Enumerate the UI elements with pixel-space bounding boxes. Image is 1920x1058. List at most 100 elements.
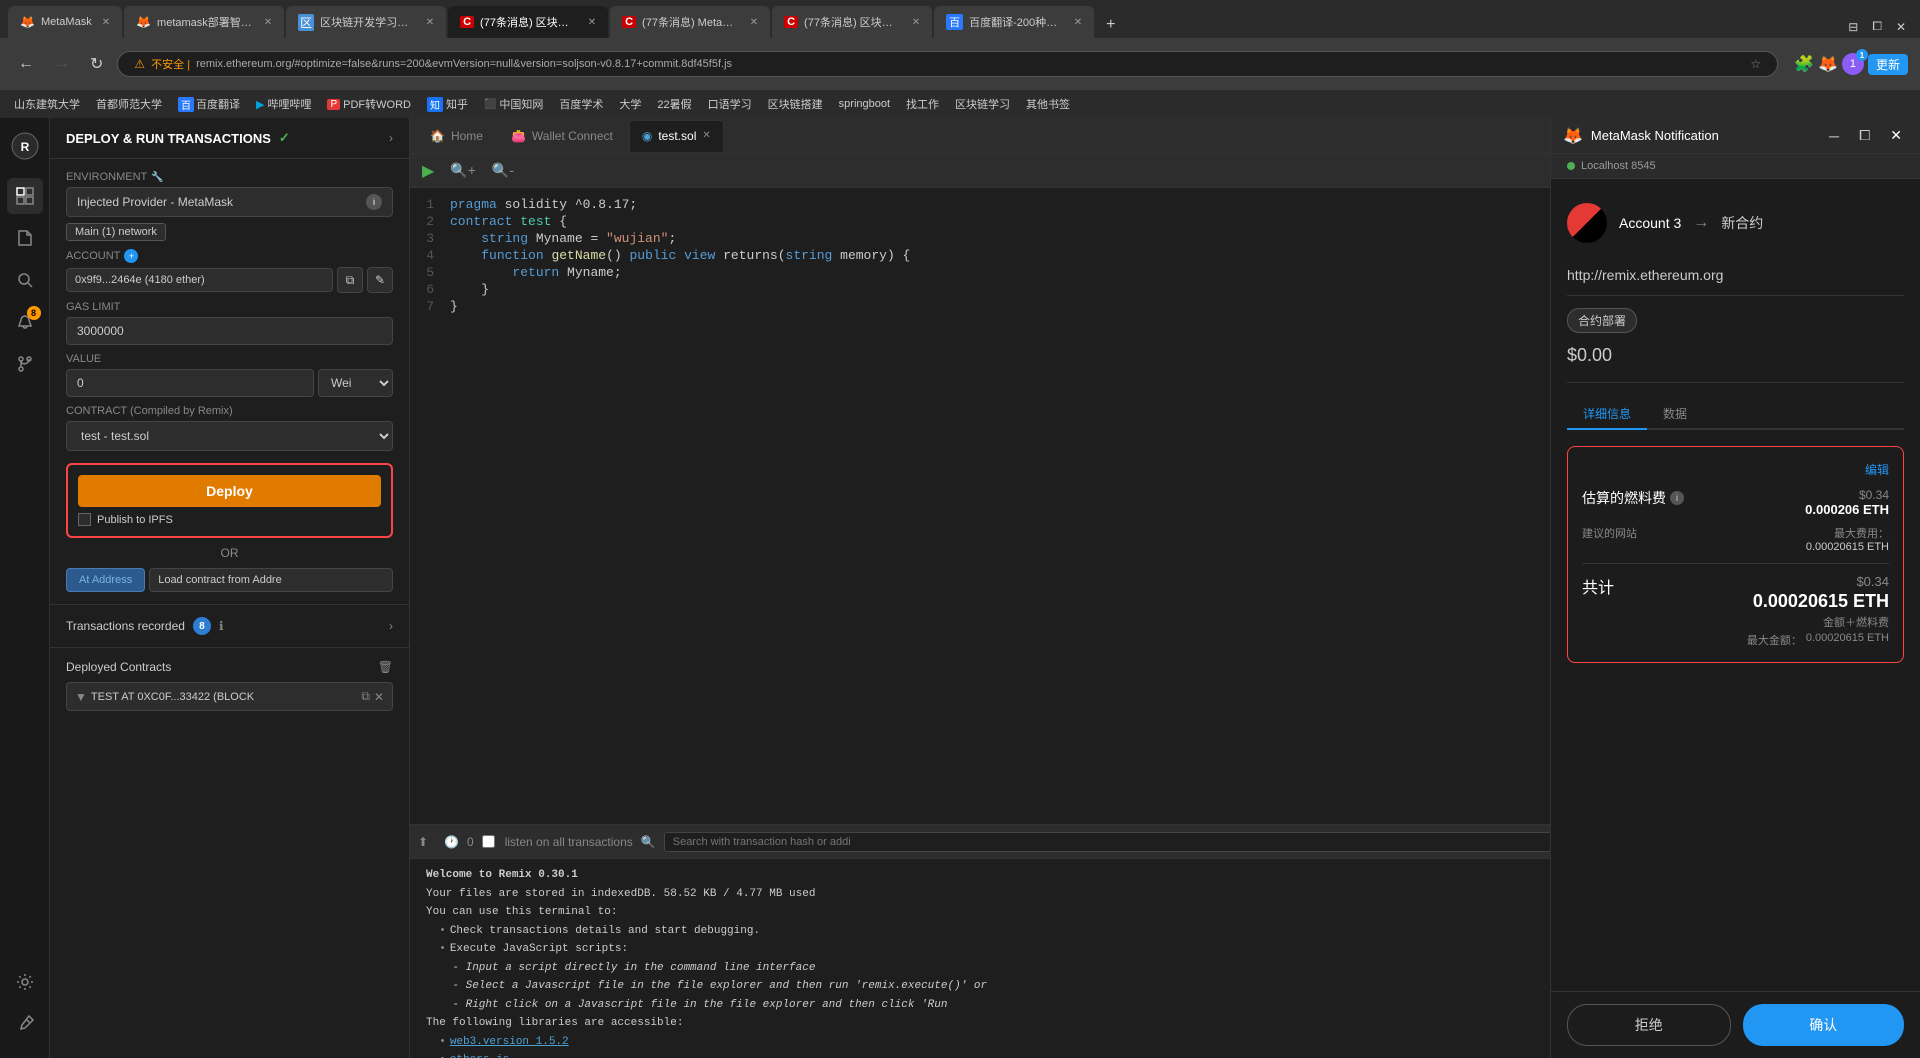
- tab-blockchain2[interactable]: C (77条消息) 区块链... ✕: [448, 6, 608, 38]
- ethers-link[interactable]: ethers.js: [450, 1054, 509, 1058]
- close-test-sol-icon[interactable]: ✕: [702, 130, 710, 141]
- sidebar-deploy-icon[interactable]: [7, 178, 43, 214]
- bookmark-22shuia[interactable]: 22暑假: [651, 94, 697, 114]
- bookmark-shoudu[interactable]: 首都师范大学: [90, 94, 168, 114]
- tab-close-icon3[interactable]: ✕: [426, 17, 434, 28]
- tab-wallet-connect[interactable]: 👛 Wallet Connect: [499, 120, 625, 152]
- trash-icon[interactable]: 🗑: [378, 660, 393, 674]
- bookmark-kouyu[interactable]: 口语学习: [702, 94, 758, 114]
- mm-fee-info-icon[interactable]: i: [1670, 491, 1684, 505]
- copy-contract-icon[interactable]: ⧉: [361, 689, 370, 704]
- forward-button[interactable]: →: [48, 51, 76, 77]
- unit-select[interactable]: Wei Gwei Finney Ether: [318, 369, 393, 397]
- terminal-search-icon[interactable]: 🔍: [641, 835, 656, 849]
- mm-close-button[interactable]: ✕: [1884, 125, 1908, 146]
- at-address-button[interactable]: At Address: [66, 568, 145, 592]
- sidebar-files-icon[interactable]: [7, 220, 43, 256]
- tab-close-icon7[interactable]: ✕: [1074, 17, 1082, 28]
- env-info-btn[interactable]: i: [366, 194, 382, 210]
- tab-blockchain1[interactable]: 区 区块链开发学习三... ✕: [286, 6, 446, 38]
- contract-expand-arrow[interactable]: ▼: [75, 690, 87, 704]
- zoom-out-icon[interactable]: 🔍-: [488, 158, 518, 183]
- tab-close-icon[interactable]: ✕: [102, 17, 110, 28]
- back-button[interactable]: ←: [12, 51, 40, 77]
- copy-account-button[interactable]: ⧉: [337, 267, 363, 293]
- close-window-button[interactable]: ✕: [1890, 16, 1912, 38]
- deploy-button[interactable]: Deploy: [78, 475, 381, 507]
- bookmark-others[interactable]: 其他书签: [1020, 94, 1076, 114]
- transactions-row[interactable]: Transactions recorded 8 ℹ ›: [50, 604, 409, 647]
- mm-title: MetaMask Notification: [1591, 128, 1815, 143]
- tab-test-sol[interactable]: ◉ test.sol ✕: [629, 120, 724, 152]
- contract-select[interactable]: test - test.sol: [66, 421, 393, 451]
- environment-info-icon[interactable]: 🔧: [151, 172, 163, 183]
- bookmark-daxue[interactable]: 大学: [613, 94, 647, 114]
- tab-blockchain3[interactable]: C (77条消息) 区块链... ✕: [772, 6, 932, 38]
- address-bar[interactable]: ⚠ 不安全 | remix.ethereum.org/#optimize=fal…: [117, 51, 1778, 77]
- tab-close-icon2[interactable]: ✕: [264, 17, 272, 28]
- mm-tab-data[interactable]: 数据: [1647, 399, 1703, 430]
- tab-metamask3[interactable]: C (77条消息) MetaMa... ✕: [610, 6, 770, 38]
- refresh-button[interactable]: ↻: [84, 50, 109, 78]
- mm-tab-details[interactable]: 详细信息: [1567, 399, 1647, 430]
- remove-contract-icon[interactable]: ✕: [374, 690, 384, 704]
- browser-menu-button[interactable]: 更新: [1868, 54, 1908, 75]
- mm-restore-button[interactable]: ⧠: [1853, 125, 1876, 146]
- load-contract-button[interactable]: Load contract from Addre: [149, 568, 393, 592]
- restore-window-button[interactable]: ⧠: [1866, 15, 1888, 38]
- environment-select[interactable]: Injected Provider - MetaMask i: [66, 187, 393, 217]
- sidebar-notification-icon[interactable]: 8: [7, 304, 43, 340]
- account-select[interactable]: 0x9f9...2464e (4180 ether): [66, 268, 333, 292]
- zoom-in-icon[interactable]: 🔍+: [446, 158, 480, 183]
- tab-home[interactable]: 🏠 Home: [418, 120, 495, 152]
- terminal-expand-icon[interactable]: ⬆: [418, 835, 428, 849]
- gas-limit-input[interactable]: [66, 317, 393, 345]
- sidebar-settings-icon[interactable]: [7, 964, 43, 1000]
- address-text: remix.ethereum.org/#optimize=false&runs=…: [196, 58, 1744, 70]
- tab-bar: 🦊 MetaMask ✕ 🦊 metamask部署智能... ✕ 区 区块链开发…: [0, 0, 1920, 38]
- bookmark-cnki[interactable]: ⬛中国知网: [478, 94, 549, 114]
- publish-checkbox[interactable]: [78, 513, 91, 526]
- publish-row: Publish to IPFS: [78, 513, 381, 526]
- bookmark-baidu-xueshu[interactable]: 百度学术: [553, 94, 609, 114]
- account-add-icon[interactable]: +: [124, 249, 138, 263]
- tab-close-icon6[interactable]: ✕: [912, 17, 920, 28]
- sidebar-tools-icon[interactable]: [7, 1006, 43, 1042]
- transactions-info-icon[interactable]: ℹ: [219, 619, 224, 633]
- tab-close-icon5[interactable]: ✕: [750, 17, 758, 28]
- value-input[interactable]: [66, 369, 314, 397]
- mm-divider: [1582, 563, 1889, 564]
- bookmark-pdf[interactable]: PPDF转WORD: [321, 94, 417, 114]
- bookmark-blockchain-learn[interactable]: 区块链学习: [949, 94, 1016, 114]
- remix-logo[interactable]: R: [7, 128, 43, 164]
- metamask-extension-icon[interactable]: 🦊: [1818, 54, 1838, 74]
- bookmark-job[interactable]: 找工作: [900, 94, 945, 114]
- mm-minimize-button[interactable]: ─: [1823, 126, 1845, 146]
- tab-metamask[interactable]: 🦊 MetaMask ✕: [8, 6, 122, 38]
- mm-edit-link[interactable]: 编辑: [1582, 461, 1889, 478]
- sidebar-git-icon[interactable]: [7, 346, 43, 382]
- bullet-lib2: •: [439, 1054, 446, 1058]
- bookmark-baidu-translate[interactable]: 百百度翻译: [172, 94, 246, 114]
- mm-reject-button[interactable]: 拒绝: [1567, 1004, 1731, 1046]
- sidebar-search-icon[interactable]: [7, 262, 43, 298]
- bookmark-springboot[interactable]: springboot: [833, 96, 896, 112]
- bookmark-star-icon[interactable]: ☆: [1750, 57, 1761, 71]
- mm-body: Account 3 → 新合约 http://remix.ethereum.or…: [1551, 179, 1920, 991]
- tab-close-icon4[interactable]: ✕: [588, 17, 596, 28]
- edit-account-button[interactable]: ✎: [367, 267, 393, 293]
- bookmark-bilibili[interactable]: ▶哔哩哔哩: [250, 94, 317, 114]
- tab-translate[interactable]: 百 百度翻译-200种语言... ✕: [934, 6, 1094, 38]
- extension-icon1[interactable]: 🧩: [1794, 54, 1814, 74]
- minimize-window-button[interactable]: ⊟: [1842, 16, 1864, 38]
- new-tab-button[interactable]: +: [1100, 12, 1121, 38]
- bookmark-shandong[interactable]: 山东建筑大学: [8, 94, 86, 114]
- mm-confirm-button[interactable]: 确认: [1743, 1004, 1905, 1046]
- bookmark-blockchain-build[interactable]: 区块链搭建: [762, 94, 829, 114]
- deploy-collapse-arrow[interactable]: ›: [389, 131, 393, 145]
- web3-link[interactable]: web3.version 1.5.2: [450, 1036, 569, 1048]
- listen-all-checkbox[interactable]: [482, 835, 495, 848]
- bookmark-zhihu[interactable]: 知知乎: [421, 94, 474, 114]
- tab-metamask2[interactable]: 🦊 metamask部署智能... ✕: [124, 6, 284, 38]
- run-icon[interactable]: ▶: [418, 157, 438, 185]
